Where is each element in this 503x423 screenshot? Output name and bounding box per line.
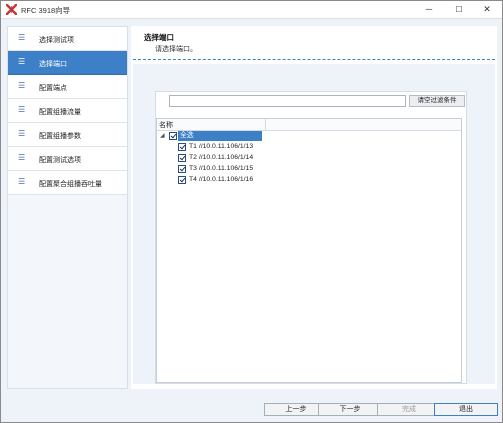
tree-node-port[interactable]: T1 //10.0.11.106/1/13 xyxy=(157,142,461,152)
app-logo-icon xyxy=(6,4,17,15)
sidebar-item-label: 配置端点 xyxy=(39,85,67,92)
sidebar-item-endpoints[interactable]: ☰ 配置端点 xyxy=(8,75,127,99)
window-title: RFC 3918向导 xyxy=(21,6,71,15)
minimize-button[interactable]: ─ xyxy=(415,1,443,18)
port-label: T3 //10.0.11.106/1/15 xyxy=(189,165,254,172)
sidebar-item-aggregate-throughput[interactable]: ☰ 配置聚合组播吞吐量 xyxy=(8,171,127,195)
port-checkbox[interactable] xyxy=(178,154,186,162)
tree-header: 名称 xyxy=(157,119,461,131)
sidebar-item-test-options[interactable]: ☰ 配置测试选项 xyxy=(8,147,127,171)
port-selector: 请空过滤条件 名称 ◢ 全选 T1 //10.0.11.106/1/13 T2 … xyxy=(155,91,467,384)
sidebar-item-multicast-params[interactable]: ☰ 配置组播参数 xyxy=(8,123,127,147)
sidebar-item-label: 配置组播参数 xyxy=(39,133,81,140)
maximize-button[interactable]: ☐ xyxy=(445,1,473,18)
column-separator[interactable] xyxy=(265,119,266,130)
port-checkbox[interactable] xyxy=(178,176,186,184)
sidebar-item-label: 配置组播流量 xyxy=(39,109,81,116)
finish-button[interactable]: 完成 xyxy=(377,403,441,416)
close-button[interactable]: ✕ xyxy=(473,1,501,18)
clear-filter-button[interactable]: 请空过滤条件 xyxy=(409,95,465,107)
tree-node-port[interactable]: T2 //10.0.11.106/1/14 xyxy=(157,153,461,163)
menu-icon: ☰ xyxy=(18,81,26,90)
port-label: T1 //10.0.11.106/1/13 xyxy=(189,143,254,150)
wizard-window: RFC 3918向导 ─ ☐ ✕ ☰ 选择测试项 ☰ 选择端口 ☰ 配置端点 ☰… xyxy=(0,0,503,423)
sidebar-item-label: 配置测试选项 xyxy=(39,157,81,164)
select-all-checkbox[interactable] xyxy=(169,132,177,140)
page-subtitle: 请选择端口。 xyxy=(155,46,197,53)
port-checkbox[interactable] xyxy=(178,143,186,151)
sidebar-item-label: 选择测试项 xyxy=(39,37,74,44)
port-checkbox[interactable] xyxy=(178,165,186,173)
sidebar-item-select-port[interactable]: ☰ 选择端口 xyxy=(8,51,127,75)
sidebar-item-multicast-traffic[interactable]: ☰ 配置组播流量 xyxy=(8,99,127,123)
menu-icon: ☰ xyxy=(18,33,26,42)
select-all-label: 全选 xyxy=(178,131,262,141)
title-bar[interactable]: RFC 3918向导 ─ ☐ ✕ xyxy=(1,1,502,19)
column-header-name[interactable]: 名称 xyxy=(159,120,173,130)
content-panel: 请空过滤条件 名称 ◢ 全选 T1 //10.0.11.106/1/13 T2 … xyxy=(133,64,495,384)
collapse-arrow-icon[interactable]: ◢ xyxy=(160,131,165,141)
divider xyxy=(133,59,495,60)
sidebar-item-label: 配置聚合组播吞吐量 xyxy=(39,181,102,188)
port-label: T2 //10.0.11.106/1/14 xyxy=(189,154,254,161)
port-tree: 名称 ◢ 全选 T1 //10.0.11.106/1/13 T2 //10.0.… xyxy=(156,118,462,383)
sidebar-item-select-test[interactable]: ☰ 选择测试项 xyxy=(8,27,127,51)
tree-node-port[interactable]: T4 //10.0.11.106/1/16 xyxy=(157,175,461,185)
tree-node-select-all[interactable]: ◢ 全选 xyxy=(157,131,461,141)
wizard-footer: 上一步 下一步 完成 退出 xyxy=(1,393,502,422)
next-button[interactable]: 下一步 xyxy=(318,403,382,416)
sidebar-item-label: 选择端口 xyxy=(39,61,67,68)
page-title: 选择端口 xyxy=(144,33,174,42)
port-label: T4 //10.0.11.106/1/16 xyxy=(189,176,254,183)
main-content: 选择端口 请选择端口。 请空过滤条件 名称 ◢ 全选 T1 //10.0.11.… xyxy=(131,26,497,389)
menu-icon: ☰ xyxy=(18,153,26,162)
menu-icon: ☰ xyxy=(18,177,26,186)
menu-icon: ☰ xyxy=(18,57,26,66)
wizard-steps-sidebar: ☰ 选择测试项 ☰ 选择端口 ☰ 配置端点 ☰ 配置组播流量 ☰ 配置组播参数 … xyxy=(7,26,128,389)
menu-icon: ☰ xyxy=(18,129,26,138)
tree-node-port[interactable]: T3 //10.0.11.106/1/15 xyxy=(157,164,461,174)
filter-input[interactable] xyxy=(169,95,406,107)
exit-button[interactable]: 退出 xyxy=(434,403,498,416)
menu-icon: ☰ xyxy=(18,105,26,114)
